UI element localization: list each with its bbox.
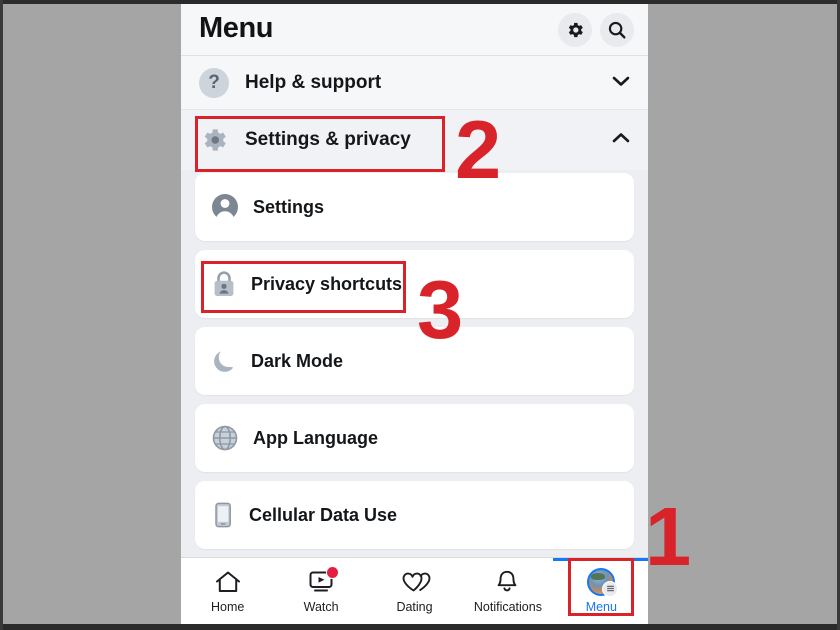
nav-tab-label: Notifications: [473, 599, 542, 614]
moon-icon: [214, 351, 234, 372]
home-icon: [213, 569, 243, 595]
search-icon: [608, 21, 626, 39]
avatar-menu-icon: [586, 567, 619, 597]
settings-and-privacy-label: Settings & privacy: [245, 129, 411, 150]
nav-tab-label: Menu: [585, 599, 617, 614]
gear-icon: [568, 22, 583, 37]
menu-item-label: Settings: [253, 196, 325, 217]
menu-item-settings[interactable]: Settings: [195, 173, 634, 241]
menu-item-dark-mode[interactable]: Dark Mode: [195, 327, 634, 395]
menu-item-label: Cellular Data Use: [249, 504, 398, 525]
menu-tab-active-underline: [553, 558, 648, 561]
avatar: [587, 567, 619, 597]
search-button[interactable]: [600, 12, 634, 47]
menu-item-cellular-data-use[interactable]: Cellular Data Use: [195, 481, 634, 549]
globe-icon: [212, 425, 238, 451]
screenshot-canvas: Menu ? Help & support Settings & privacy…: [0, 0, 840, 630]
menu-item-label: App Language: [253, 427, 378, 448]
chevron-down-icon: [612, 75, 630, 91]
nav-tab-menu[interactable]: Menu: [555, 558, 648, 624]
nav-tab-notifications[interactable]: Notifications: [461, 558, 554, 624]
menu-item-label: Dark Mode: [251, 350, 344, 371]
nav-tab-label: Home: [211, 599, 245, 614]
help-and-support-label: Help & support: [245, 71, 382, 93]
settings-and-privacy-row[interactable]: Settings & privacy: [181, 110, 648, 170]
person-circle-icon: [212, 194, 238, 221]
hamburger-badge-icon: [602, 580, 619, 597]
phone-icon: [215, 502, 231, 528]
nav-tab-label: Dating: [396, 599, 433, 614]
settings-gear-button[interactable]: [558, 12, 592, 47]
watch-notification-badge: [326, 565, 340, 579]
nav-tab-label: Watch: [303, 599, 339, 614]
nav-tab-watch[interactable]: Watch: [274, 558, 367, 624]
frame-border-bottom: [0, 624, 840, 630]
lock-person-icon: [214, 271, 234, 296]
menu-item-privacy-shortcuts[interactable]: Privacy shortcuts: [195, 250, 634, 318]
frame-border-left: [0, 0, 3, 630]
bottom-navigation-bar: Home Watch Dating Notifications Menu: [181, 557, 648, 624]
gear-icon: [204, 129, 226, 151]
menu-item-app-language[interactable]: App Language: [195, 404, 634, 472]
question-mark-icon: ?: [199, 67, 229, 98]
dating-hearts-icon: [400, 569, 430, 595]
menu-item-label: Privacy shortcuts: [251, 273, 403, 294]
nav-tab-dating[interactable]: Dating: [368, 558, 461, 624]
nav-tab-home[interactable]: Home: [181, 558, 274, 624]
settings-submenu-list: Settings Privacy shortcuts Dark Mode App…: [181, 170, 648, 549]
help-and-support-row[interactable]: ? Help & support: [181, 56, 648, 110]
bell-icon: [493, 569, 523, 595]
phone-screen: Menu ? Help & support Settings & privacy…: [181, 4, 648, 624]
chevron-up-icon: [612, 132, 630, 148]
page-title: Menu: [199, 12, 274, 44]
app-header: Menu: [181, 4, 648, 56]
watch-play-icon: [306, 565, 340, 595]
